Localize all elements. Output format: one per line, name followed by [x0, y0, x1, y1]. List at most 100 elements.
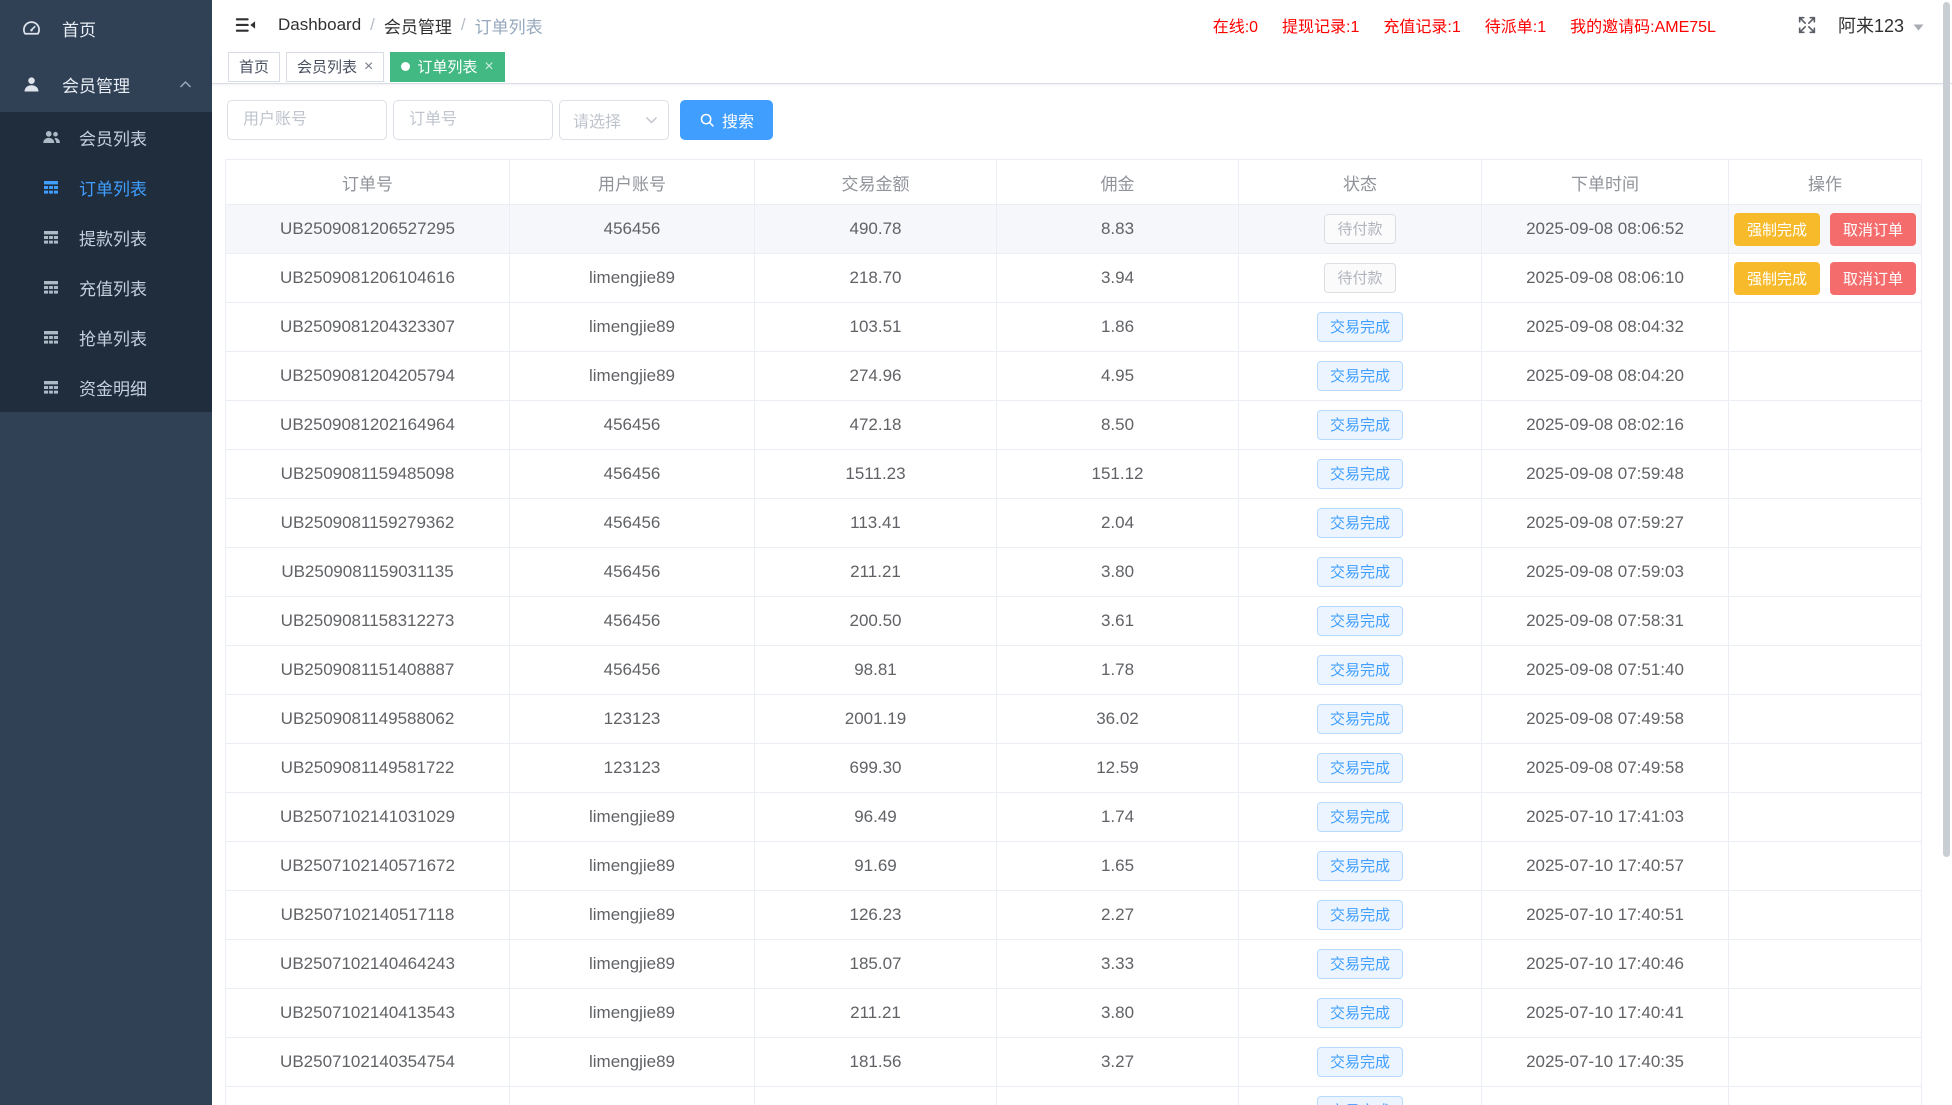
sidebar-item-recharge-list[interactable]: 充值列表	[0, 262, 212, 312]
cell-actions	[1729, 1087, 1922, 1105]
breadcrumb-item[interactable]: 会员管理	[384, 13, 452, 38]
cell-time: 2025-07-10 17:40:51	[1482, 891, 1729, 940]
search-button[interactable]: 搜索	[680, 100, 773, 140]
table-row: UB2507102140413543limengjie89211.213.80交…	[226, 989, 1922, 1038]
tab-home[interactable]: 首页	[228, 52, 280, 82]
cell-time: 2025-09-08 07:49:58	[1482, 695, 1729, 744]
sidebar-item-order-list[interactable]: 订单列表	[0, 162, 212, 212]
cell-order-no: UB2509081206527295	[226, 205, 510, 254]
header-stat: 我的邀请码:AME75L	[1570, 13, 1716, 37]
header-stat: 在线:0	[1213, 13, 1258, 37]
cell-commission: 3.80	[997, 989, 1239, 1038]
cell-time: 2025-09-08 07:59:27	[1482, 499, 1729, 548]
cell-amount: 1511.23	[755, 450, 997, 499]
cell-amount: 472.18	[755, 401, 997, 450]
cell-time: 2025-09-08 07:59:03	[1482, 548, 1729, 597]
fullscreen-icon[interactable]	[1796, 14, 1818, 36]
cell-status: 交易完成	[1239, 303, 1482, 352]
table-header-row: 订单号用户账号交易金额佣金状态下单时间操作	[226, 160, 1922, 205]
sidebar-item-grab-order-list[interactable]: 抢单列表	[0, 312, 212, 362]
cell-time: 2025-09-08 08:06:52	[1482, 205, 1729, 254]
force-complete-button[interactable]: 强制完成	[1734, 213, 1820, 246]
tab-member-list[interactable]: 会员列表×	[286, 52, 384, 82]
status-badge: 交易完成	[1317, 606, 1403, 636]
active-dot	[401, 62, 410, 71]
cell-order-no: UB2509081202164964	[226, 401, 510, 450]
cell-order-no: UB2507102140413543	[226, 989, 510, 1038]
order-input[interactable]	[393, 100, 553, 140]
column-header: 操作	[1729, 160, 1922, 205]
cell-actions	[1729, 450, 1922, 499]
user-dropdown[interactable]: 阿来123	[1838, 12, 1930, 38]
column-header: 下单时间	[1482, 160, 1729, 205]
account-input[interactable]	[227, 100, 387, 140]
cell-order-no: UB2507102140517118	[226, 891, 510, 940]
status-select[interactable]: 请选择	[559, 100, 669, 140]
cell-account: 456456	[510, 646, 755, 695]
sidebar-item-withdraw-list[interactable]: 提款列表	[0, 212, 212, 262]
cell-account: 456456	[510, 548, 755, 597]
sidebar-item-label: 会员列表	[79, 125, 147, 150]
cell-account: limengjie89	[510, 1038, 755, 1087]
cell-actions	[1729, 1038, 1922, 1087]
table-icon	[42, 178, 64, 196]
search-button-label: 搜索	[722, 108, 754, 132]
cell-account: limengjie89	[510, 303, 755, 352]
sidebar-item-fund-detail[interactable]: 资金明细	[0, 362, 212, 412]
tab-order-list[interactable]: 订单列表×	[390, 52, 504, 82]
cell-order-no: UB2507102140354754	[226, 1038, 510, 1087]
status-badge: 交易完成	[1317, 557, 1403, 587]
close-icon[interactable]: ×	[364, 59, 373, 75]
cell-order-no: UB2507102140571672	[226, 842, 510, 891]
cell-commission: 1.86	[997, 303, 1239, 352]
cell-commission: 3.27	[997, 1038, 1239, 1087]
cell-amount: 200.50	[755, 597, 997, 646]
app: 首页会员管理会员列表订单列表提款列表充值列表抢单列表资金明细 Dashboard…	[0, 0, 1952, 1105]
chevron-up-icon	[179, 80, 192, 89]
filter-bar: 请选择 搜索	[227, 100, 1952, 140]
close-icon[interactable]: ×	[484, 59, 493, 75]
cell-time: 2025-09-08 07:49:58	[1482, 744, 1729, 793]
members-icon	[42, 128, 64, 147]
cell-account: limengjie89	[510, 891, 755, 940]
cell-commission: 3.33	[997, 940, 1239, 989]
cell-status: 交易完成	[1239, 1087, 1482, 1105]
status-badge: 交易完成	[1317, 1096, 1403, 1105]
cell-status: 交易完成	[1239, 646, 1482, 695]
column-header: 用户账号	[510, 160, 755, 205]
sidebar-item-member-list[interactable]: 会员列表	[0, 112, 212, 162]
cell-actions	[1729, 793, 1922, 842]
table-icon	[42, 328, 64, 346]
cell-commission: 3.61	[997, 597, 1239, 646]
hamburger-icon[interactable]	[226, 14, 264, 36]
cell-status: 交易完成	[1239, 744, 1482, 793]
cancel-order-button[interactable]: 取消订单	[1830, 213, 1916, 246]
navbar-right: 在线:0提现记录:1充值记录:1待派单:1我的邀请码:AME75L 阿来123	[1213, 12, 1930, 38]
cell-status: 交易完成	[1239, 940, 1482, 989]
sidebar: 首页会员管理会员列表订单列表提款列表充值列表抢单列表资金明细	[0, 0, 212, 1105]
cell-actions	[1729, 891, 1922, 940]
cell-amount: 126.23	[755, 891, 997, 940]
sidebar-item-home[interactable]: 首页	[0, 0, 212, 56]
header-stat: 充值记录:1	[1383, 13, 1460, 37]
table-row: UB25090811594850984564561511.23151.12交易完…	[226, 450, 1922, 499]
sidebar-item-member-management[interactable]: 会员管理	[0, 56, 212, 112]
status-badge: 交易完成	[1317, 459, 1403, 489]
cell-actions: 强制完成取消订单	[1729, 254, 1922, 303]
scrollbar[interactable]	[1943, 2, 1950, 857]
cell-status: 交易完成	[1239, 842, 1482, 891]
cell-commission: 1.78	[997, 646, 1239, 695]
cell-order-no: UB2507102141031029	[226, 793, 510, 842]
breadcrumb-item[interactable]: Dashboard	[278, 15, 361, 35]
cancel-order-button[interactable]: 取消订单	[1830, 262, 1916, 295]
force-complete-button[interactable]: 强制完成	[1734, 262, 1820, 295]
header-stat: 提现记录:1	[1282, 13, 1359, 37]
status-badge: 交易完成	[1317, 753, 1403, 783]
cell-account: limengjie89	[510, 352, 755, 401]
cell-commission: 1.65	[997, 842, 1239, 891]
cell-time: 2025-07-10 17:40:46	[1482, 940, 1729, 989]
table-row: UB2507102140571672limengjie8991.691.65交易…	[226, 842, 1922, 891]
cell-commission: 8.50	[997, 401, 1239, 450]
cell-status: 交易完成	[1239, 891, 1482, 940]
dashboard-icon	[22, 19, 46, 38]
